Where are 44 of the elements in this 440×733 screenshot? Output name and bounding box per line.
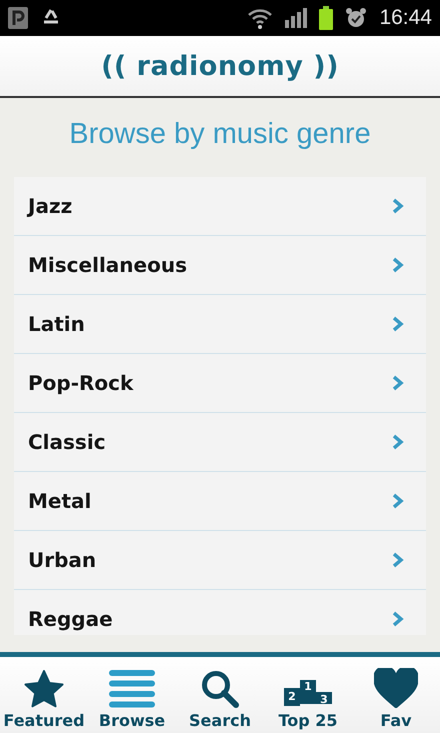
- search-icon: [201, 670, 239, 708]
- chevron-icon: [392, 198, 404, 214]
- chevron-icon: [392, 552, 404, 568]
- genre-label: Classic: [28, 430, 106, 454]
- genre-row[interactable]: Pop-Rock: [14, 354, 426, 413]
- chevron-icon: [392, 611, 404, 627]
- genre-row[interactable]: Latin: [14, 295, 426, 354]
- chevron-icon: [392, 316, 404, 332]
- list-icon: [109, 670, 155, 708]
- chevron-icon: [392, 493, 404, 509]
- podium-number: 3: [316, 692, 332, 704]
- genre-label: Miscellaneous: [28, 253, 187, 277]
- signal-icon: [285, 8, 308, 28]
- heart-icon: [374, 668, 418, 708]
- page-title: Browse by music genre: [68, 117, 372, 152]
- genre-label: Jazz: [28, 194, 72, 218]
- genre-row[interactable]: Classic: [14, 413, 426, 472]
- chevron-icon: [392, 375, 404, 391]
- tab[interactable]: Browse: [90, 670, 174, 730]
- tab[interactable]: Featured: [2, 670, 86, 730]
- alarm-clock-icon: [345, 7, 368, 29]
- genre-row[interactable]: Reggae: [14, 590, 426, 635]
- genre-label: Pop-Rock: [28, 371, 134, 395]
- genre-label: Latin: [28, 312, 85, 336]
- genre-label: Reggae: [28, 607, 113, 631]
- chevron-icon: [392, 257, 404, 273]
- genre-row[interactable]: Miscellaneous: [14, 236, 426, 295]
- app-logo: (( radionomy )): [101, 50, 339, 82]
- tab[interactable]: Search: [178, 670, 262, 730]
- genre-label: Metal: [28, 489, 92, 513]
- battery-icon: [319, 6, 334, 30]
- genre-row[interactable]: Jazz: [14, 177, 426, 236]
- tab[interactable]: Fav: [354, 668, 438, 730]
- genre-row[interactable]: Metal: [14, 472, 426, 531]
- chevron-icon: [392, 434, 404, 450]
- genre-row[interactable]: Urban: [14, 531, 426, 590]
- tab[interactable]: 2 1 3 Top 25: [266, 670, 350, 730]
- star-icon: [24, 670, 64, 708]
- genre-label: Urban: [28, 548, 96, 572]
- podium-number: 2: [284, 688, 300, 706]
- wifi-icon: [247, 7, 274, 29]
- parking-icon: [8, 7, 28, 29]
- podium-number: 1: [300, 680, 316, 704]
- clock-time: 16:44: [379, 6, 432, 30]
